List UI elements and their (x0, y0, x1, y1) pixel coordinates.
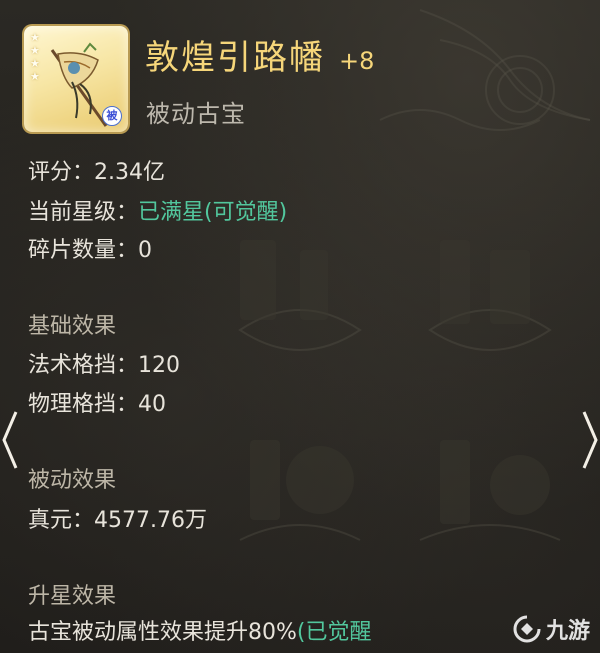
score-value: 2.34亿 (94, 160, 166, 185)
upgrade-effect-status: (已觉醒 (296, 620, 372, 645)
star-level-row: 当前星级：已满星(可觉醒) (28, 194, 287, 226)
score-row: 评分：2.34亿 (28, 154, 165, 186)
magic-block-label: 法术格挡： (28, 353, 139, 378)
item-type: 被动古宝 (146, 100, 246, 128)
zhenyuan-row: 真元：4577.76万 (28, 502, 207, 534)
fragment-row: 碎片数量：0 (28, 232, 152, 264)
item-detail-panel: ★ ★ ★ ★ 被 敦煌引路幡 +8 被动古宝 评分：2.34亿 当前星级：已满… (0, 0, 600, 653)
star-icon: ★ (30, 31, 40, 44)
upgrade-effect-text: 古宝被动属性效果提升80% (28, 620, 297, 645)
passive-effect-title: 被动效果 (28, 468, 117, 493)
star-level-value: 已满星(可觉醒) (138, 200, 288, 225)
item-icon-frame[interactable]: ★ ★ ★ ★ 被 (24, 26, 128, 132)
chevron-right-icon (582, 411, 598, 469)
watermark-text: 九游 (545, 619, 590, 644)
base-effect-title: 基础效果 (28, 314, 117, 339)
chevron-left-icon (2, 411, 18, 469)
watermark: 九游 (512, 613, 590, 645)
star-icon: ★ (30, 70, 40, 83)
star-icon: ★ (30, 44, 40, 57)
star-rating: ★ ★ ★ ★ (30, 32, 40, 83)
magic-block-row: 法术格挡：120 (28, 347, 180, 379)
item-level: +8 (339, 47, 375, 75)
fragment-value: 0 (138, 238, 153, 263)
upgrade-effect-title: 升星效果 (28, 584, 117, 609)
next-item-arrow[interactable] (582, 410, 600, 470)
previous-item-arrow[interactable] (0, 410, 18, 470)
upgrade-effect-line: 古宝被动属性效果提升80%(已觉醒 (28, 614, 372, 646)
score-label: 评分： (28, 160, 95, 185)
physical-block-row: 物理格挡：40 (28, 386, 166, 418)
physical-block-label: 物理格挡： (28, 392, 139, 417)
fragment-label: 碎片数量： (28, 238, 139, 263)
item-name: 敦煌引路幡 (145, 38, 325, 78)
item-title-row: 敦煌引路幡 +8 (145, 30, 374, 79)
star-icon: ★ (30, 57, 40, 70)
jiuyou-logo-icon (513, 615, 541, 643)
zhenyuan-label: 真元： (28, 508, 95, 533)
magic-block-value: 120 (138, 353, 181, 378)
star-level-label: 当前星级： (28, 200, 139, 225)
zhenyuan-value: 4577.76万 (94, 508, 207, 533)
physical-block-value: 40 (138, 392, 167, 417)
passive-badge: 被 (102, 106, 122, 126)
